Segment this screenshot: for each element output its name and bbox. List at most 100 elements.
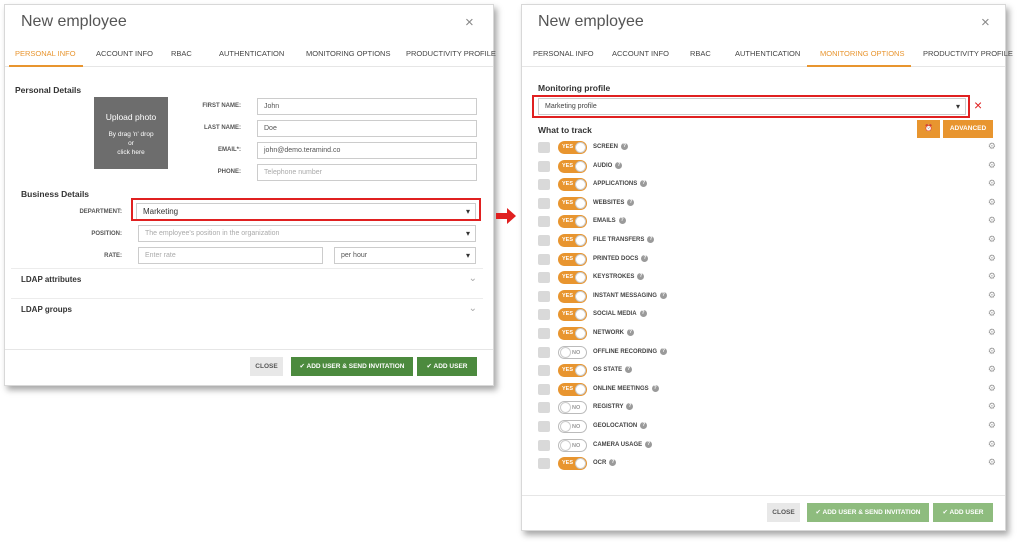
- tab-rbac[interactable]: RBAC: [690, 49, 711, 58]
- toggle-state-label: YES: [562, 181, 574, 188]
- clear-profile-icon[interactable]: ×: [974, 97, 982, 113]
- tab-productivity-profile[interactable]: PRODUCTIVITY PROFILE: [923, 49, 1013, 58]
- help-icon[interactable]: ?: [637, 273, 645, 281]
- gear-icon[interactable]: ⚙: [988, 308, 996, 319]
- track-toggle[interactable]: YES: [558, 178, 587, 192]
- track-toggle[interactable]: YES: [558, 159, 587, 173]
- first-name-field[interactable]: John: [257, 98, 477, 115]
- close-icon[interactable]: ×: [981, 14, 990, 31]
- track-item-text: PRINTED DOCS: [593, 255, 639, 262]
- phone-field[interactable]: Telephone number: [257, 164, 477, 181]
- track-toggle[interactable]: YES: [558, 308, 587, 322]
- track-toggle[interactable]: YES: [558, 364, 587, 378]
- track-toggle[interactable]: YES: [558, 271, 587, 285]
- ldap-attributes-section[interactable]: LDAP attributes ⌄: [11, 268, 483, 292]
- position-select[interactable]: The employee's position in the organizat…: [138, 225, 476, 242]
- help-icon[interactable]: ?: [625, 366, 633, 374]
- tab-account-info[interactable]: ACCOUNT INFO: [96, 49, 153, 58]
- track-item-label: WEBSITES?: [593, 198, 635, 206]
- ldap-groups-section[interactable]: LDAP groups ⌄: [11, 298, 483, 322]
- personal-details-header: Personal Details: [15, 85, 82, 95]
- add-user-button[interactable]: ✔ ADD USER: [417, 357, 477, 376]
- track-item-label: NETWORK?: [593, 329, 634, 336]
- last-name-field[interactable]: Doe: [257, 120, 477, 137]
- gear-icon[interactable]: ⚙: [988, 253, 996, 264]
- toggle-knob: [575, 142, 586, 153]
- rate-unit-select[interactable]: per hour: [334, 247, 476, 264]
- gear-icon[interactable]: ⚙: [988, 401, 996, 412]
- close-button[interactable]: CLOSE: [250, 357, 283, 376]
- help-icon[interactable]: ?: [609, 459, 617, 467]
- tab-personal-info[interactable]: PERSONAL INFO: [15, 49, 76, 58]
- add-user-button[interactable]: ✔ ADD USER: [933, 503, 993, 522]
- add-user-send-invitation-button[interactable]: ✔ ADD USER & SEND INVITATION: [291, 357, 413, 376]
- help-icon[interactable]: ?: [647, 236, 655, 243]
- close-button[interactable]: CLOSE: [767, 503, 800, 522]
- track-toggle[interactable]: YES: [558, 215, 587, 229]
- add-user-send-invitation-button[interactable]: ✔ ADD USER & SEND INVITATION: [807, 503, 929, 522]
- gear-icon[interactable]: ⚙: [988, 420, 996, 431]
- gear-icon[interactable]: ⚙: [988, 439, 996, 450]
- track-item-label: OFFLINE RECORDING?: [593, 347, 667, 355]
- tab-authentication[interactable]: AUTHENTICATION: [219, 49, 284, 58]
- track-toggle[interactable]: YES: [558, 252, 587, 266]
- upload-photo-dropzone[interactable]: Upload photo By drag 'n' drop or click h…: [94, 97, 168, 169]
- gear-icon[interactable]: ⚙: [988, 271, 996, 282]
- tab-productivity-profile[interactable]: PRODUCTIVITY PROFILE: [406, 49, 496, 58]
- gear-icon[interactable]: ⚙: [988, 160, 996, 171]
- help-icon[interactable]: ?: [626, 403, 634, 411]
- gear-icon[interactable]: ⚙: [988, 197, 996, 208]
- help-icon[interactable]: ?: [660, 347, 667, 355]
- gear-icon[interactable]: ⚙: [988, 364, 996, 375]
- rate-field[interactable]: Enter rate: [138, 247, 323, 264]
- track-item-text: WEBSITES: [593, 199, 625, 206]
- help-icon[interactable]: ?: [641, 254, 649, 262]
- help-icon[interactable]: ?: [639, 310, 647, 318]
- help-icon[interactable]: ?: [645, 440, 653, 448]
- track-toggle[interactable]: YES: [558, 457, 587, 471]
- gear-icon[interactable]: ⚙: [988, 327, 996, 338]
- tab-monitoring-options[interactable]: MONITORING OPTIONS: [306, 49, 390, 58]
- help-icon[interactable]: ?: [615, 161, 623, 169]
- tab-account-info[interactable]: ACCOUNT INFO: [612, 49, 669, 58]
- help-icon[interactable]: ?: [640, 422, 648, 429]
- track-toggle[interactable]: YES: [558, 234, 587, 247]
- gear-icon[interactable]: ⚙: [988, 346, 996, 357]
- gear-icon[interactable]: ⚙: [988, 383, 996, 394]
- gear-icon[interactable]: ⚙: [988, 141, 996, 152]
- tab-rbac[interactable]: RBAC: [171, 49, 192, 58]
- help-icon[interactable]: ?: [659, 291, 667, 299]
- help-icon[interactable]: ?: [640, 180, 648, 188]
- gear-icon[interactable]: ⚙: [988, 457, 996, 468]
- tab-monitoring-options[interactable]: MONITORING OPTIONS: [820, 49, 904, 58]
- track-toggle[interactable]: YES: [558, 289, 587, 303]
- schedule-icon[interactable]: ⏰: [917, 120, 940, 138]
- track-toggle[interactable]: YES: [558, 141, 587, 154]
- help-icon[interactable]: ?: [618, 217, 626, 225]
- close-icon[interactable]: ×: [465, 14, 474, 31]
- track-toggle[interactable]: NO: [558, 401, 587, 415]
- gear-icon[interactable]: ⚙: [988, 234, 996, 245]
- tab-personal-info[interactable]: PERSONAL INFO: [533, 49, 594, 58]
- keyboard-icon: [538, 272, 550, 284]
- gear-icon[interactable]: ⚙: [988, 215, 996, 226]
- gear-icon[interactable]: ⚙: [988, 178, 996, 189]
- track-toggle[interactable]: NO: [558, 420, 587, 433]
- track-toggle[interactable]: NO: [558, 438, 587, 452]
- track-toggle[interactable]: YES: [558, 327, 587, 340]
- help-icon[interactable]: ?: [621, 143, 629, 150]
- tab-authentication[interactable]: AUTHENTICATION: [735, 49, 800, 58]
- help-icon[interactable]: ?: [627, 198, 635, 206]
- toggle-knob: [575, 197, 586, 209]
- new-employee-dialog-personal-info: New employee × PERSONAL INFO ACCOUNT INF…: [4, 4, 496, 386]
- gear-icon[interactable]: ⚙: [988, 290, 996, 301]
- toggle-knob: [575, 290, 586, 302]
- email-field[interactable]: john@demo.teramind.co: [257, 142, 477, 159]
- help-icon[interactable]: ?: [627, 329, 634, 336]
- track-toggle[interactable]: NO: [558, 345, 587, 359]
- track-toggle[interactable]: YES: [558, 196, 587, 210]
- active-tab-indicator: [807, 65, 911, 67]
- help-icon[interactable]: ?: [651, 384, 659, 392]
- track-toggle[interactable]: YES: [558, 382, 587, 396]
- advanced-button[interactable]: ADVANCED: [943, 120, 993, 138]
